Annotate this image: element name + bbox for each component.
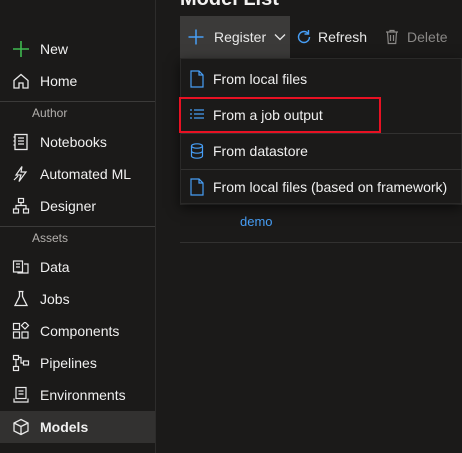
nav-home-label: Home [40,73,78,89]
flask-icon [12,290,30,308]
menu-item-from-local-files-framework[interactable]: From local files (based on framework) [181,169,462,205]
home-icon [12,72,30,90]
components-icon [12,322,30,340]
nav-home[interactable]: Home [0,65,155,97]
register-dropdown-menu: From local files From a job output From … [179,58,462,205]
menu-item-from-datastore[interactable]: From datastore [181,133,462,169]
data-icon [12,258,30,276]
delete-button[interactable]: Delete [385,16,448,58]
cube-icon [12,418,30,436]
nav-divider [0,226,155,227]
menu-item-label: From a job output [213,107,323,123]
nav-designer[interactable]: Designer [0,190,155,222]
plus-icon [12,40,30,58]
nav-pipelines-label: Pipelines [40,355,97,371]
nav-notebooks[interactable]: Notebooks [0,126,155,158]
plus-icon [188,29,204,45]
menu-item-label: From local files (based on framework) [213,179,448,195]
left-navigation: New Home Author Notebooks Automated ML D… [0,0,156,453]
menu-item-label: From datastore [213,143,308,159]
page-title: Model List [180,0,279,11]
register-button[interactable]: Register [180,16,290,58]
environments-icon [12,386,30,404]
nav-data-label: Data [40,259,70,275]
nav-automated-ml[interactable]: Automated ML [0,158,155,190]
menu-item-label: From local files [213,71,308,87]
nav-new-label: New [40,41,69,57]
list-icon [189,106,205,124]
section-assets: Assets [32,231,69,245]
refresh-icon [296,29,312,45]
nav-environments[interactable]: Environments [0,379,155,411]
nav-notebooks-label: Notebooks [40,134,107,150]
register-label: Register [214,29,267,45]
section-author: Author [32,106,68,120]
refresh-button[interactable]: Refresh [296,16,367,58]
file-icon [189,178,205,196]
chevron-down-icon [274,33,286,41]
delete-label: Delete [407,29,448,45]
database-icon [189,142,205,160]
nav-automated-ml-label: Automated ML [40,166,132,182]
nav-divider [0,101,155,102]
designer-icon [12,197,30,215]
nav-models[interactable]: Models [0,411,155,443]
nav-designer-label: Designer [40,198,97,214]
table-row-divider [180,242,462,243]
nav-jobs-label: Jobs [40,291,70,307]
nav-models-label: Models [40,419,89,435]
trash-icon [385,29,399,45]
toolbar: Register Refresh Delete [180,16,448,58]
refresh-label: Refresh [318,29,368,45]
nav-components-label: Components [40,323,120,339]
pipelines-icon [12,354,30,372]
menu-item-from-job-output[interactable]: From a job output [179,97,381,133]
nav-components[interactable]: Components [0,315,155,347]
menu-item-from-local-files[interactable]: From local files [181,61,462,97]
file-icon [189,70,205,88]
nav-environments-label: Environments [40,387,126,403]
notebook-icon [12,133,30,151]
nav-new-button[interactable]: New [0,33,155,65]
nav-jobs[interactable]: Jobs [0,283,155,315]
nav-data[interactable]: Data [0,251,155,283]
nav-pipelines[interactable]: Pipelines [0,347,155,379]
model-name-link[interactable]: demo [240,214,273,229]
automated-ml-icon [12,165,30,183]
